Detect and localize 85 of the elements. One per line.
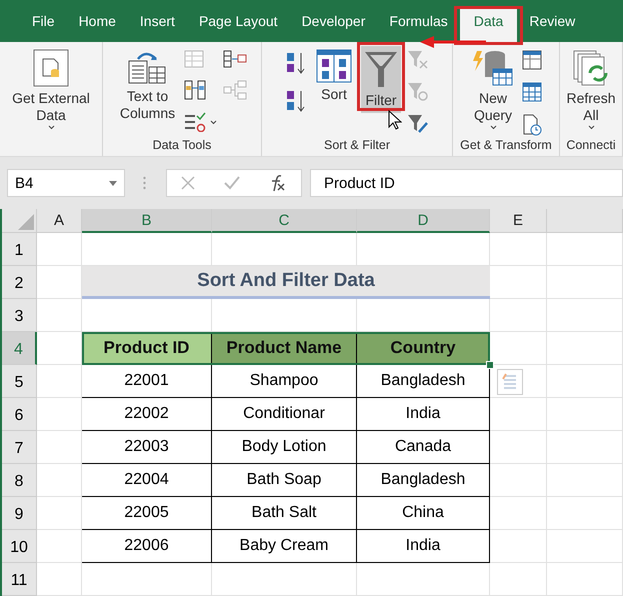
table-cell: 22001	[82, 365, 212, 398]
refresh-pages-icon	[572, 49, 610, 87]
table-cell: Body Lotion	[212, 431, 357, 464]
table-cell: Baby Cream	[212, 530, 357, 563]
row-header[interactable]: 6	[2, 398, 37, 431]
row-header[interactable]: 10	[2, 530, 37, 563]
row-header[interactable]: 7	[2, 431, 37, 464]
formula-field[interactable]: Product ID	[310, 169, 623, 197]
row-header[interactable]: 11	[2, 563, 37, 596]
table-cell: Canada	[357, 431, 490, 464]
sheet-title: Sort And Filter Data	[82, 266, 490, 299]
database-table-icon	[473, 49, 513, 87]
new-query-button[interactable]: New Query	[470, 46, 516, 134]
ribbon-tab[interactable]: Developer	[290, 6, 378, 35]
table-cell: India	[357, 398, 490, 431]
row-header[interactable]: 8	[2, 464, 37, 497]
text-to-columns-button[interactable]: Text to Columns	[116, 46, 178, 126]
column-header[interactable]: B	[82, 209, 212, 233]
filter-button[interactable]: Filter	[361, 46, 401, 113]
highlight-frame	[357, 42, 405, 111]
mouse-cursor-icon	[388, 110, 402, 130]
table-cell: Bangladesh	[357, 464, 490, 497]
table-window-icon	[522, 50, 542, 70]
ribbon-tab[interactable]: Home	[66, 6, 128, 35]
column-header[interactable]: E	[490, 209, 547, 233]
table-cell: 22002	[82, 398, 212, 431]
table-cell: India	[357, 530, 490, 563]
relationships-icon	[223, 80, 248, 100]
row-header[interactable]: 4	[2, 332, 37, 365]
table-cell: Conditionar	[212, 398, 357, 431]
row-header[interactable]: 5	[2, 365, 37, 398]
corner-triangle-icon	[18, 214, 34, 230]
table-cell: Shampoo	[212, 365, 357, 398]
ribbon-tab[interactable]: Insert	[128, 6, 187, 35]
ribbon-tab[interactable]: Formulas	[377, 6, 460, 35]
column-header[interactable]: C	[212, 209, 357, 233]
cancel-icon[interactable]	[181, 176, 196, 190]
group-label: Data Tools	[152, 137, 212, 154]
get-external-data-button[interactable]: Get External Data	[3, 46, 99, 134]
sort-descending-icon	[285, 88, 307, 114]
dropdown-arrow-icon	[109, 180, 117, 186]
empty-cell	[490, 299, 547, 332]
check-icon[interactable]	[224, 176, 240, 190]
ribbon-tab[interactable]: Page Layout	[186, 6, 290, 35]
fill-handle[interactable]	[486, 361, 494, 369]
table-cell: 22004	[82, 464, 212, 497]
remove-duplicates-icon	[184, 80, 206, 100]
sort-grid-icon	[316, 49, 352, 83]
empty-cell	[490, 563, 547, 596]
clear-filter-icon	[407, 50, 429, 70]
advanced-filter-icon	[407, 114, 429, 134]
select-all-corner[interactable]	[2, 209, 37, 233]
table-icon	[522, 82, 542, 102]
row-header[interactable]: 1	[2, 233, 37, 266]
table-cell: China	[357, 497, 490, 530]
ribbon-tab[interactable]: Review	[517, 6, 588, 35]
reapply-icon	[407, 82, 429, 102]
table-cell: Bath Soap	[212, 464, 357, 497]
sort-ascending-icon	[285, 50, 307, 76]
database-file-icon	[33, 49, 69, 87]
sort-button[interactable]: Sort	[313, 46, 355, 107]
row-header[interactable]: 3	[2, 299, 37, 332]
caret-icon	[210, 120, 218, 124]
group-label: Get & Transform	[459, 137, 553, 154]
name-box[interactable]: B4	[7, 169, 125, 197]
column-header[interactable]: D	[357, 209, 490, 233]
ribbon-tab[interactable]: Data	[460, 6, 518, 42]
group-label: Sort & Filter	[323, 137, 391, 154]
table-cell: 22006	[82, 530, 212, 563]
drag-handle-icon	[143, 176, 146, 190]
refresh-all-button[interactable]: Refresh All	[563, 46, 619, 134]
row-header[interactable]: 9	[2, 497, 37, 530]
row-header[interactable]: 2	[2, 266, 37, 299]
table-cell: 22005	[82, 497, 212, 530]
column-header[interactable]: A	[37, 209, 82, 233]
data-validation-icon	[184, 112, 206, 132]
recent-sources-icon	[522, 114, 542, 136]
ribbon-tab[interactable]: File	[20, 6, 67, 35]
consolidate-icon	[223, 50, 248, 68]
flash-fill-icon	[184, 50, 206, 68]
table-cell: 22003	[82, 431, 212, 464]
funnel-icon	[364, 49, 398, 89]
table-cell: Bath Salt	[212, 497, 357, 530]
group-label: Connecti	[565, 137, 617, 154]
empty-cell	[490, 233, 547, 266]
